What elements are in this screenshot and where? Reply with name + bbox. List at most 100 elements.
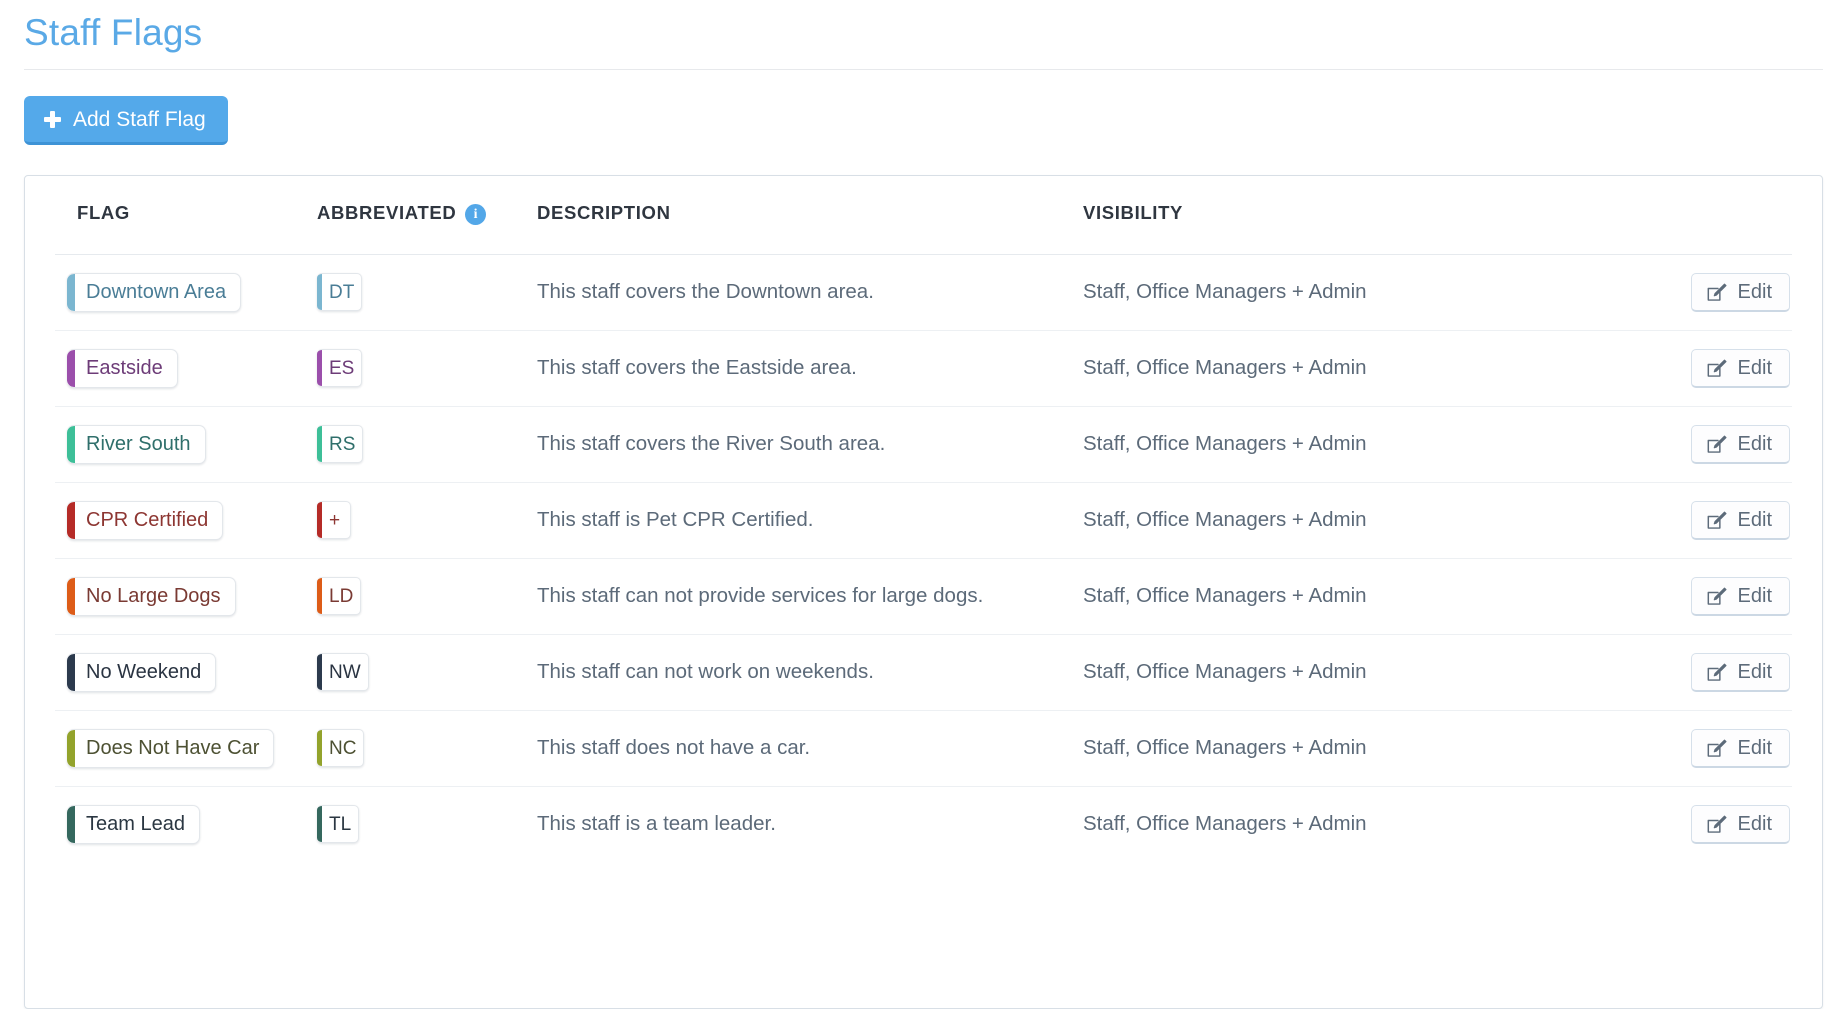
column-header-abbreviated: ABBREVIATED i (317, 175, 531, 255)
abbreviation-chip: NW (317, 653, 369, 692)
abbreviation-color-bar (317, 806, 322, 843)
flag-pill: Does Not Have Car (67, 728, 275, 768)
cell-actions: Edit (1509, 558, 1792, 635)
table-row: No Large Dogs LD This staff can not provid… (55, 558, 1792, 635)
flag-color-bar (67, 425, 75, 463)
edit-button[interactable]: Edit (1690, 804, 1790, 844)
abbreviation-color-bar (317, 274, 322, 311)
column-header-visibility: VISIBILITY (1079, 175, 1509, 255)
add-staff-flag-button[interactable]: Add Staff Flag (24, 95, 228, 145)
cell-flag: No Weekend (55, 634, 317, 711)
cell-actions: Edit (1509, 254, 1792, 331)
cell-visibility: Staff, Office Managers + Admin (1079, 710, 1509, 787)
abbreviation-label: LD (329, 585, 354, 607)
add-staff-flag-label: Add Staff Flag (73, 107, 206, 131)
edit-button-label: Edit (1737, 509, 1772, 532)
flag-color-bar (67, 805, 75, 843)
flag-pill-label: CPR Certified (86, 508, 209, 531)
edit-button[interactable]: Edit (1690, 500, 1790, 540)
edit-button-label: Edit (1737, 357, 1772, 380)
cell-abbreviation: NW (317, 634, 531, 711)
cell-flag: Does Not Have Car (55, 710, 317, 787)
flags-card: FLAG ABBREVIATED i DESCRIPTION VISIBILIT… (24, 174, 1823, 1009)
flag-color-bar (67, 501, 75, 539)
column-header-flag: FLAG (55, 175, 317, 255)
cell-abbreviation: ES (317, 330, 531, 407)
abbreviation-chip: DT (317, 273, 363, 312)
flag-pill-label: No Weekend (86, 660, 202, 683)
abbreviation-label: TL (329, 813, 352, 835)
pencil-square-icon (1706, 282, 1727, 303)
staff-flags-table: FLAG ABBREVIATED i DESCRIPTION VISIBILIT… (55, 175, 1792, 862)
abbreviation-chip: + (317, 501, 351, 540)
table-row: River South RS This staff covers the River… (55, 406, 1792, 483)
flag-color-bar (67, 577, 75, 615)
table-row: Does Not Have Car NC This staff does not h… (55, 710, 1792, 787)
edit-button[interactable]: Edit (1690, 652, 1790, 692)
cell-description: This staff can not work on weekends. (531, 634, 1079, 711)
cell-actions: Edit (1509, 710, 1792, 787)
flag-color-bar (67, 653, 75, 691)
abbreviation-chip: TL (317, 805, 360, 844)
cell-abbreviation: DT (317, 254, 531, 331)
table-row: No Weekend NW This staff can not work on w… (55, 634, 1792, 711)
table-row: Team Lead TL This staff is a team leader. S… (55, 786, 1792, 862)
abbreviation-color-bar (317, 426, 322, 463)
cell-visibility: Staff, Office Managers + Admin (1083, 812, 1367, 836)
cell-flag: No Large Dogs (55, 558, 317, 635)
cell-actions: Edit (1509, 786, 1792, 862)
abbreviation-color-bar (317, 578, 322, 615)
abbreviation-label: NC (329, 737, 357, 759)
table-row: CPR Certified + This staff is Pet CPR Cert… (55, 482, 1792, 559)
edit-button-label: Edit (1737, 661, 1772, 684)
pencil-square-icon (1706, 434, 1727, 455)
edit-button[interactable]: Edit (1690, 424, 1790, 464)
edit-button-label: Edit (1737, 281, 1772, 304)
abbreviation-label: NW (329, 661, 361, 683)
abbreviation-color-bar (317, 502, 322, 539)
cell-description: This staff covers the River South area. (531, 406, 1079, 483)
flag-pill-label: Team Lead (86, 812, 185, 835)
plus-icon (44, 110, 61, 128)
abbreviation-label: + (329, 509, 341, 531)
cell-actions: Edit (1509, 330, 1792, 407)
edit-button-label: Edit (1737, 737, 1772, 760)
cell-flag: CPR Certified (55, 482, 317, 559)
column-header-actions (1509, 175, 1792, 255)
cell-description: This staff is Pet CPR Certified. (531, 482, 1079, 559)
flag-pill: No Large Dogs (67, 576, 236, 616)
cell-abbreviation: NC (317, 710, 531, 787)
edit-button[interactable]: Edit (1690, 728, 1790, 768)
cell-description: This staff covers the Eastside area. (531, 330, 1079, 407)
cell-abbreviation: TL (317, 786, 531, 862)
edit-button-label: Edit (1737, 585, 1772, 608)
cell-abbreviation: LD (317, 558, 531, 635)
cell-abbreviation: RS (317, 406, 531, 483)
info-icon[interactable]: i (465, 204, 487, 226)
page-title: Staff Flags (24, 12, 203, 53)
pencil-square-icon (1706, 586, 1727, 607)
pencil-square-icon (1706, 510, 1727, 531)
cell-visibility: Staff, Office Managers + Admin (1079, 558, 1509, 635)
flag-pill-label: Downtown Area (86, 280, 227, 303)
flag-pill-label: Does Not Have Car (86, 736, 260, 759)
flag-pill-label: Eastside (86, 356, 163, 379)
page-header: Staff Flags (0, 0, 1847, 70)
table-header: FLAG ABBREVIATED i DESCRIPTION VISIBILIT… (55, 175, 1792, 255)
edit-button[interactable]: Edit (1690, 348, 1790, 388)
table-row: Eastside ES This staff covers the Eastside… (55, 330, 1792, 407)
flag-pill: Downtown Area (67, 272, 242, 312)
table-header-row: FLAG ABBREVIATED i DESCRIPTION VISIBILIT… (55, 175, 1792, 255)
edit-button[interactable]: Edit (1690, 272, 1790, 312)
cell-description: This staff can not provide services for … (531, 558, 1079, 635)
abbreviation-label: DT (329, 281, 355, 303)
flag-pill: Eastside (67, 348, 178, 388)
edit-button[interactable]: Edit (1690, 576, 1790, 616)
cell-flag: Team Lead (55, 786, 317, 862)
flag-pill-label: No Large Dogs (86, 584, 221, 607)
flags-card-wrapper: FLAG ABBREVIATED i DESCRIPTION VISIBILIT… (0, 145, 1847, 1009)
abbreviation-color-bar (317, 654, 322, 691)
abbreviation-label: RS (329, 433, 356, 455)
cell-visibility: Staff, Office Managers + Admin (1079, 406, 1509, 483)
cell-description: This staff is a team leader. (537, 812, 776, 836)
